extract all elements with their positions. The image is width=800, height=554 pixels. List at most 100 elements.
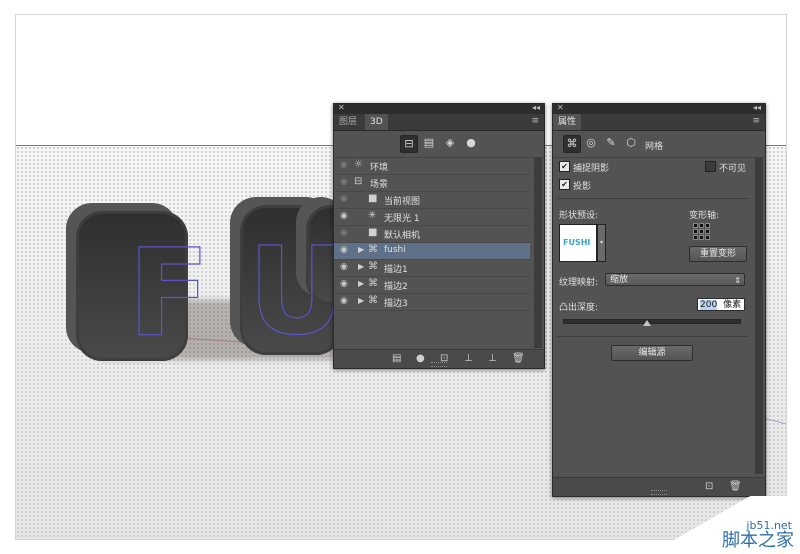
shape-preset-label: 形状预设:	[559, 211, 599, 221]
layer-label: 无限光 1	[384, 214, 420, 224]
visibility-eye-icon[interactable]: ◉	[340, 211, 348, 221]
invisible-label: 不可见	[719, 164, 747, 174]
expand-arrow-icon[interactable]: ▶	[358, 262, 364, 271]
catch-shadows-label: 捕捉阴影	[573, 164, 610, 174]
deform-axis-grid-icon[interactable]	[693, 223, 711, 241]
layer-label: 描边3	[384, 299, 408, 309]
mesh-icon: ⌘	[368, 244, 378, 255]
render-icon[interactable]: ⊡	[705, 481, 713, 492]
cast-shadows-checkbox[interactable]: ✔	[559, 179, 570, 190]
texture-mapping-label: 纹理映射:	[559, 278, 599, 288]
extrusion-depth-slider-thumb[interactable]	[643, 320, 652, 326]
visibility-eye-icon[interactable]: ◉	[340, 245, 348, 255]
cap-icon[interactable]: ✎	[603, 135, 619, 151]
list-item[interactable]: ◉ ▶ ⌘ fushi	[334, 243, 530, 260]
properties-panel: ✕ ◂◂ 属性 ≡ ⌘ ◎ ✎ ⬡ 网格 ✔ 捕捉阴影 不可见 ✔ 投影 形状预…	[552, 103, 766, 497]
resize-grip[interactable]	[651, 490, 667, 495]
visibility-eye-icon[interactable]: ◉	[340, 262, 348, 272]
camera-icon: ■	[368, 227, 378, 238]
deform-icon[interactable]: ◎	[583, 135, 599, 151]
tab-properties[interactable]: 属性	[553, 114, 582, 130]
mesh-icon: ⌘	[368, 261, 378, 272]
layer-list-scrollbar[interactable]	[534, 158, 542, 348]
catch-shadows-checkbox[interactable]: ✔	[559, 161, 570, 172]
add-light-icon[interactable]: ●	[416, 353, 425, 364]
letter-u-outline: U	[247, 223, 346, 362]
mesh-icon: ⌘	[368, 278, 378, 289]
new-scene-icon[interactable]: ▤	[392, 353, 401, 364]
3d-filter-toolbar: ⊟ ▤ ◈ ●	[334, 131, 544, 158]
texture-mapping-select[interactable]: 缩放 ⇕	[605, 273, 745, 286]
extrusion-depth-unit: 像素	[723, 300, 742, 310]
scene-filter-icon[interactable]: ⊟	[400, 135, 418, 153]
panel-menu-icon[interactable]: ≡	[752, 116, 760, 126]
visibility-eye-icon[interactable]: ◉	[340, 228, 348, 238]
visibility-eye-icon[interactable]: ◉	[340, 296, 348, 306]
list-item[interactable]: ◉ ▶ ⌘ 描边2	[334, 277, 530, 294]
list-item[interactable]: ◉ ✳ 无限光 1	[334, 209, 530, 226]
3d-layer-list: ◉ ☼ 环境 ◉ ⊟ 场景 ◉ ■ 当前视图 ◉ ✳ 无限光 1 ◉ ■ 默认相…	[334, 158, 530, 311]
panel-menu-icon[interactable]: ≡	[531, 116, 539, 126]
panel-tabs: 属性 ≡	[553, 114, 765, 131]
properties-scrollbar[interactable]	[755, 158, 763, 474]
mesh-label[interactable]: 网格	[645, 139, 663, 152]
visibility-eye-icon[interactable]: ◉	[340, 279, 348, 289]
layer-label: 场景	[370, 180, 389, 190]
layer-label: 描边1	[384, 265, 408, 275]
deform-axis-label: 变形轴:	[689, 211, 720, 221]
close-icon[interactable]: ✕	[557, 103, 564, 112]
visibility-eye-icon[interactable]: ◉	[340, 177, 348, 187]
properties-footer: ⊡ 🗑	[553, 477, 765, 496]
coordinates-icon[interactable]: ⬡	[623, 135, 639, 151]
layer-label: 环境	[370, 163, 389, 173]
list-item[interactable]: ◉ ☼ 环境	[334, 158, 530, 175]
camera-icon: ■	[368, 193, 378, 204]
list-item[interactable]: ◉ ⊟ 场景	[334, 175, 530, 192]
panel-titlebar[interactable]: ✕ ◂◂	[334, 103, 544, 114]
reset-deform-button[interactable]: 重置变形	[689, 246, 747, 262]
expand-arrow-icon[interactable]: ▶	[358, 245, 364, 254]
resize-grip[interactable]	[431, 362, 447, 367]
shape-preset-dropdown-icon[interactable]: ▾	[597, 224, 606, 262]
delete-icon[interactable]: 🗑	[512, 353, 525, 364]
extrusion-depth-field[interactable]: 200 像素	[697, 298, 745, 311]
expand-arrow-icon[interactable]: ▶	[358, 296, 364, 305]
properties-toolbar: ⌘ ◎ ✎ ⬡ 网格	[553, 131, 765, 158]
list-item[interactable]: ◉ ▶ ⌘ 描边1	[334, 260, 530, 277]
list-item[interactable]: ◉ ▶ ⌘ 描边3	[334, 294, 530, 311]
close-icon[interactable]: ✕	[338, 103, 345, 112]
mesh-filter-icon[interactable]: ▤	[421, 135, 437, 151]
delete-icon[interactable]: 🗑	[729, 481, 742, 492]
infinite-light-icon: ✳	[368, 210, 377, 221]
new-object-icon[interactable]: ⊥	[488, 353, 497, 364]
extrusion-depth-value: 200	[700, 300, 718, 310]
select-caret-icon: ⇕	[734, 276, 741, 285]
mesh-icon: ⌘	[368, 295, 378, 306]
ground-icon[interactable]: ⊥	[464, 353, 473, 364]
material-filter-icon[interactable]: ◈	[442, 135, 458, 151]
layer-label: 当前视图	[384, 197, 421, 207]
collapse-icon[interactable]: ◂◂	[532, 103, 540, 112]
visibility-eye-icon[interactable]: ◉	[340, 160, 348, 170]
panel-titlebar[interactable]: ✕ ◂◂	[553, 103, 765, 114]
layer-label: fushi	[384, 245, 406, 255]
tab-3d[interactable]: 3D	[365, 114, 388, 130]
tab-layers[interactable]: 图层	[334, 114, 362, 130]
shape-preset-thumbnail[interactable]: FUSHI	[559, 224, 597, 262]
invisible-checkbox[interactable]	[705, 161, 716, 172]
extrusion-depth-label: 凸出深度:	[559, 303, 599, 313]
panel-tabs: 图层 3D ≡	[334, 114, 544, 131]
extrusion-depth-slider[interactable]	[563, 319, 741, 324]
environment-icon: ☼	[354, 159, 363, 170]
collapse-icon[interactable]: ◂◂	[753, 103, 761, 112]
list-item[interactable]: ◉ ■ 默认相机	[334, 226, 530, 243]
list-item[interactable]: ◉ ■ 当前视图	[334, 192, 530, 209]
expand-arrow-icon[interactable]: ▶	[358, 279, 364, 288]
section-divider	[557, 336, 749, 337]
cast-shadows-label: 投影	[573, 182, 592, 192]
preset-text: FUSHI	[563, 238, 591, 247]
mesh-properties-icon[interactable]: ⌘	[563, 135, 581, 153]
visibility-eye-icon[interactable]: ◉	[340, 194, 348, 204]
light-filter-icon[interactable]: ●	[463, 135, 479, 151]
edit-source-button[interactable]: 编辑源	[611, 345, 693, 361]
